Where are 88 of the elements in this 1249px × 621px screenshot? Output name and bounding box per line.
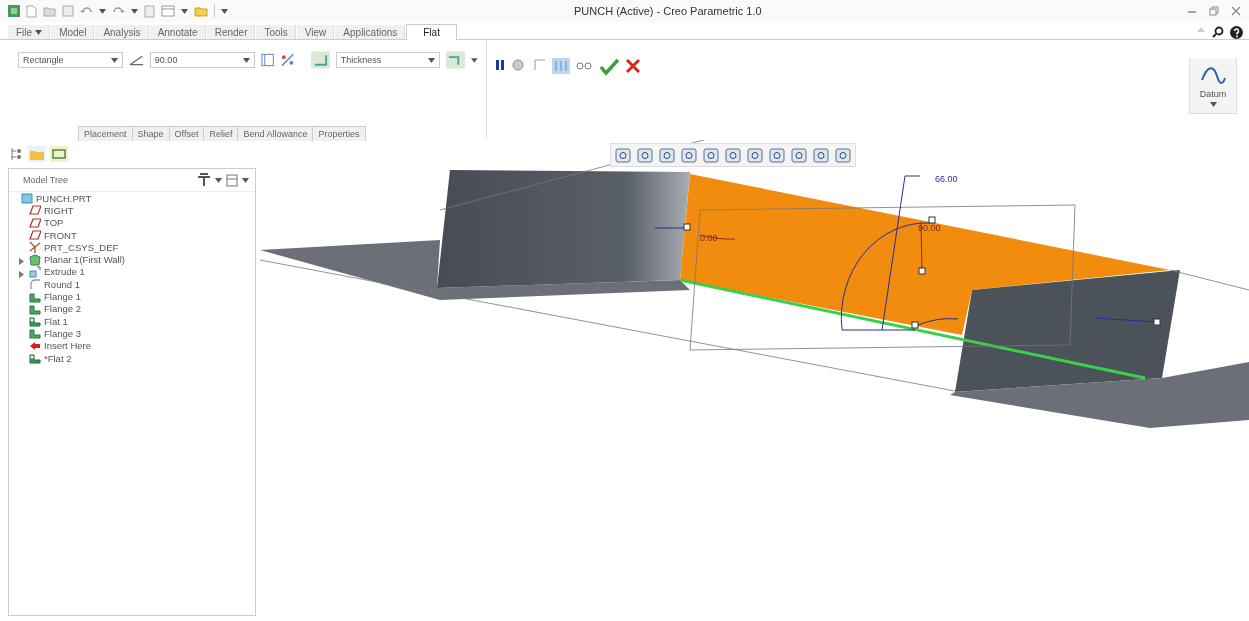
flange-feature-icon: [29, 290, 41, 303]
favorites-icon[interactable]: [50, 146, 68, 162]
panel-title: Model Tree: [23, 175, 69, 185]
drag-handle[interactable]: [928, 216, 936, 224]
flange-feature-icon: [29, 327, 41, 340]
angle-field[interactable]: 90.00: [149, 52, 255, 68]
panel-tab[interactable]: Properties: [312, 126, 366, 141]
thickness-dropdown[interactable]: Thickness: [335, 52, 441, 68]
tree-item[interactable]: PUNCH.PRT: [9, 192, 255, 205]
bend-side-icon[interactable]: [446, 51, 466, 69]
flat-feature-icon: [29, 352, 41, 364]
tree-item[interactable]: Flange 2: [17, 302, 255, 315]
caret-icon[interactable]: [110, 57, 118, 63]
tree-item[interactable]: PRT_CSYS_DEF: [17, 241, 255, 254]
flange-feature-icon: [29, 302, 41, 315]
help-icon[interactable]: [1230, 26, 1243, 39]
panel-tab[interactable]: Placement: [78, 126, 133, 141]
expand-arrow-icon[interactable]: [18, 270, 25, 278]
tree-icon[interactable]: [10, 147, 24, 161]
tree-item[interactable]: TOP: [17, 216, 255, 229]
dimension-label[interactable]: 0.00: [700, 233, 718, 243]
angle-icon: [128, 54, 144, 66]
ribbon-tab[interactable]: Model: [51, 25, 95, 39]
pause-icon[interactable]: [495, 58, 505, 72]
part-feature-icon: [21, 192, 33, 205]
checkmark-icon[interactable]: [598, 58, 620, 76]
caret-icon[interactable]: [1209, 102, 1217, 107]
dropdown-caret-icon[interactable]: [35, 30, 43, 35]
tree-item[interactable]: Flange 3: [17, 327, 255, 340]
tree-item[interactable]: Planar 1(First Wall): [17, 253, 255, 266]
tree-item[interactable]: Flat 1: [17, 314, 255, 328]
ribbon-tab[interactable]: Analysis: [95, 25, 149, 39]
ribbon-tab[interactable]: File: [8, 25, 51, 39]
tree-item[interactable]: Insert Here: [17, 339, 255, 352]
tree-item[interactable]: Flange 1: [17, 290, 255, 303]
drag-handle[interactable]: [683, 223, 691, 231]
tree-settings-icon[interactable]: [197, 173, 211, 187]
extrude-feature-icon: [29, 265, 41, 278]
expand-arrow-icon[interactable]: [18, 258, 25, 266]
caret-icon[interactable]: [471, 57, 478, 63]
panel-tab[interactable]: Offset: [168, 126, 205, 141]
percent-icon[interactable]: [279, 53, 295, 67]
tree-item[interactable]: Round 1: [17, 278, 255, 291]
curve-icon: [1200, 64, 1226, 86]
tree-item[interactable]: *Flat 2: [17, 351, 255, 365]
search-icon[interactable]: [1212, 26, 1224, 38]
tree-item[interactable]: Extrude 1: [17, 265, 255, 279]
round-feature-icon: [29, 278, 41, 291]
drag-handle[interactable]: [918, 267, 926, 275]
panel-tab[interactable]: Bend Allowance: [237, 126, 314, 141]
redo-icon[interactable]: [112, 6, 125, 16]
datum-button[interactable]: Datum: [1189, 58, 1237, 114]
plane-feature-icon: [29, 229, 41, 242]
flip-icon[interactable]: [260, 53, 274, 67]
panel-tab[interactable]: Relief: [203, 126, 239, 141]
caret-icon[interactable]: [215, 177, 222, 183]
ribbon-tab[interactable]: View: [296, 25, 335, 39]
undo-icon[interactable]: [80, 6, 93, 16]
window-title: PUNCH (Active) - Creo Parametric 1.0: [574, 5, 763, 17]
plane-feature-icon: [29, 216, 41, 229]
ribbon-tab[interactable]: Flat: [406, 24, 457, 40]
thickness-icon[interactable]: [310, 51, 330, 69]
drag-handle[interactable]: [1153, 318, 1161, 326]
shape-dropdown[interactable]: Rectangle: [18, 52, 123, 68]
ribbon-tab[interactable]: Render: [206, 25, 256, 39]
csys-feature-icon: [29, 241, 41, 254]
caret-icon[interactable]: [131, 8, 138, 14]
caret-icon[interactable]: [428, 57, 436, 63]
ribbon-tab[interactable]: Applications: [335, 25, 406, 39]
flat-feature-icon: [29, 315, 41, 328]
ribbon-tab[interactable]: Annotate: [149, 25, 206, 39]
panel-tab[interactable]: Shape: [131, 126, 170, 141]
caret-icon[interactable]: [242, 177, 249, 183]
tree-item[interactable]: RIGHT: [17, 204, 255, 217]
plane-feature-icon: [29, 204, 41, 217]
caret-icon[interactable]: [99, 8, 106, 14]
dimension-label[interactable]: 66.00: [935, 174, 958, 184]
drag-handle[interactable]: [911, 321, 919, 329]
tree-item[interactable]: FRONT: [17, 228, 255, 242]
caret-icon[interactable]: [181, 8, 188, 14]
cancel-icon[interactable]: [625, 58, 641, 74]
dimension-label[interactable]: 90.00: [918, 223, 941, 233]
ribbon-tab[interactable]: Tools: [256, 25, 296, 39]
caret-icon[interactable]: [242, 57, 250, 63]
insert-feature-icon: [29, 339, 41, 352]
wall-feature-icon: [29, 253, 41, 266]
customize-caret-icon[interactable]: [221, 8, 228, 14]
close-icon[interactable]: [1231, 6, 1241, 16]
